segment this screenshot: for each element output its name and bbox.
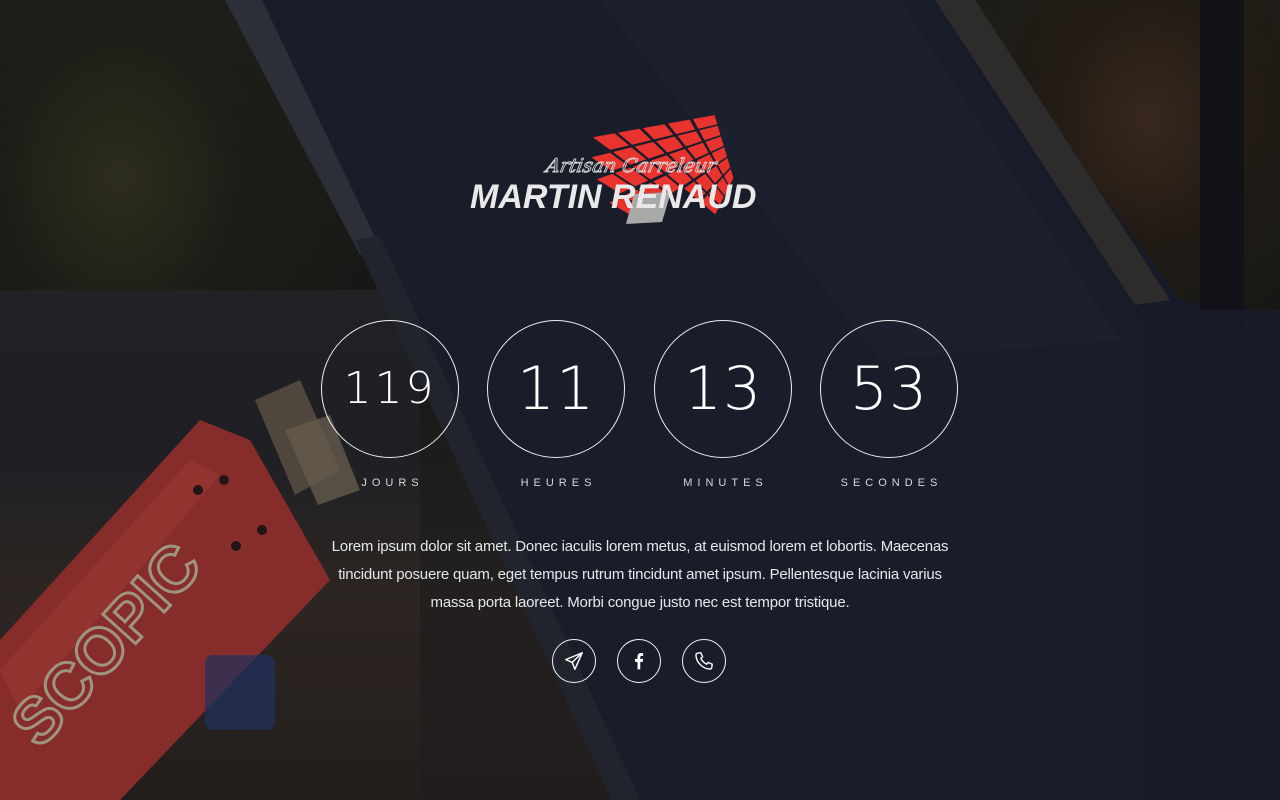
countdown-seconds-value: 53 [849,354,929,424]
countdown-days-ring: 119 [321,320,459,458]
logo-tile [667,119,696,135]
facebook-button[interactable] [617,639,661,683]
social-links [552,639,732,685]
phone-icon [695,652,713,670]
countdown-seconds-ring: 53 [820,320,958,458]
brand-logo: Artisan Carreleur MARTIN RENAUD [466,112,816,257]
countdown-days-value: 119 [343,363,437,414]
intro-text: Lorem ipsum dolor sit amet. Donec iaculi… [331,538,949,611]
countdown-minutes-label: MINUTES [683,477,768,489]
countdown-minutes-ring: 13 [654,320,792,458]
countdown-minutes: 13 MINUTES [654,320,792,495]
countdown-seconds-label: SECONDES [840,477,943,489]
countdown-hours-ring: 11 [487,320,625,458]
logo-company-name: MARTIN RENAUD [470,178,756,216]
logo-tagline: Artisan Carreleur [542,154,720,177]
countdown-hours-value: 11 [516,354,596,424]
countdown-minutes-value: 13 [683,354,763,424]
countdown-hours-label: HEURES [520,477,597,489]
countdown-days-label: JOURS [361,477,424,489]
tile-logo-graphic: Artisan Carreleur MARTIN RENAUD [470,115,756,224]
logo-tile [693,115,718,129]
logo-tile [677,131,702,147]
countdown-days: 119 JOURS [321,320,459,495]
countdown-timer: 119 JOURS 11 HEURES 13 MINUTES 53 SECOND… [321,320,961,500]
email-button[interactable] [552,639,596,683]
paper-plane-icon [565,652,583,670]
coming-soon-page: SCOPIC Artisan Carreleur MARTIN RENAUD 1… [0,0,1280,800]
countdown-hours: 11 HEURES [487,320,625,495]
facebook-icon [635,653,644,670]
phone-button[interactable] [682,639,726,683]
countdown-seconds: 53 SECONDES [820,320,958,495]
